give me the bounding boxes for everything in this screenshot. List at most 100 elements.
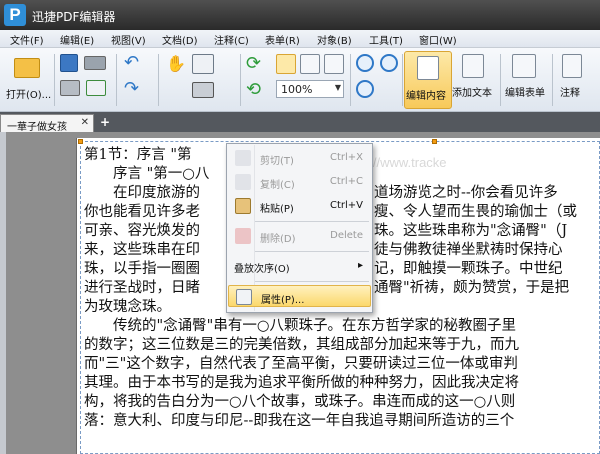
order-label: 叠放次序(O) — [234, 264, 290, 275]
menu-view[interactable]: 视图(V) — [111, 32, 146, 47]
rotate-counterclockwise-icon[interactable]: ⟲ — [246, 80, 266, 100]
context-menu-order[interactable]: 叠放次序(O) ▸ — [228, 255, 371, 277]
text-line: 为玫瑰念珠。 — [84, 299, 171, 315]
paste-shortcut: Ctrl+V — [329, 200, 363, 211]
rotate-clockwise-icon[interactable]: ⟳ — [246, 54, 266, 74]
scanner-icon[interactable] — [84, 56, 106, 70]
menu-form[interactable]: 表单(R) — [265, 32, 300, 47]
zoom-level-select[interactable]: 100% ▼ — [276, 80, 344, 98]
text-line-fragment: 道场游览之时--你会看见许多 — [374, 185, 558, 201]
menu-file[interactable]: 文件(F) — [10, 32, 44, 47]
delete-label: 删除(D) — [260, 234, 296, 245]
copy-label: 复制(C) — [260, 180, 295, 191]
text-line-fragment: 通臀"祈祷，颇为赞赏，于是把 — [374, 280, 570, 296]
redo-icon[interactable]: ↷ — [124, 80, 144, 98]
annotate-label[interactable]: 注释 — [560, 84, 580, 99]
text-line: 其理。由于本书写的是我为追求平衡所做的种种努力，因此我决定将 — [84, 375, 519, 391]
context-menu-delete[interactable]: 删除(D) Delete — [228, 225, 371, 247]
folder-icon — [14, 58, 40, 78]
toolbar-separator — [552, 54, 553, 106]
menu-edit[interactable]: 编辑(E) — [60, 32, 94, 47]
app-title: 迅捷PDF编辑器 — [32, 10, 116, 24]
submenu-arrow-icon: ▸ — [357, 260, 363, 271]
delete-icon — [235, 228, 251, 244]
close-icon[interactable]: ✕ — [81, 117, 89, 128]
save-icon[interactable] — [60, 54, 78, 72]
menu-comment[interactable]: 注释(C) — [214, 32, 249, 47]
document-tab[interactable]: 一華子做女孩 ✕ — [0, 114, 94, 133]
text-line: 进行圣战时，日睹 — [84, 280, 200, 296]
add-text-label[interactable]: 添加文本 — [452, 84, 492, 99]
text-line: 构，将我的告白分为一○八个故事，或珠子。串连而成的这一○八则 — [84, 394, 516, 410]
edit-form-icon — [512, 54, 536, 78]
menu-window[interactable]: 窗口(W) — [419, 32, 457, 47]
context-menu-paste[interactable]: 粘贴(P) Ctrl+V — [228, 195, 371, 217]
text-line-fragment: 珠。这些珠串称为"念诵臀"（J — [374, 223, 568, 239]
text-line: 传统的"念诵臀"串有一○八颗珠子。在东方哲学家的秘教圈子里 — [84, 318, 516, 334]
add-text-icon — [462, 54, 484, 78]
text-line-fragment: 记，即触摸一颗珠子。中世纪 — [374, 261, 563, 277]
toolbar-separator — [240, 54, 241, 106]
edit-form-label[interactable]: 编辑表单 — [505, 84, 545, 99]
email-icon[interactable] — [86, 80, 106, 96]
toolbar-separator — [116, 54, 117, 106]
zoom-out-icon[interactable] — [380, 54, 398, 72]
scissors-icon — [235, 150, 251, 166]
toolbar-separator — [402, 54, 403, 106]
menu-tools[interactable]: 工具(T) — [369, 32, 403, 47]
app-logo-icon: P — [4, 4, 26, 26]
toolbar-separator — [350, 54, 351, 106]
menu-object[interactable]: 对象(B) — [317, 32, 352, 47]
text-line: 珠，以手指一圈圈 — [84, 261, 200, 277]
title-bar: P 迅捷PDF编辑器 — [0, 0, 600, 30]
delete-shortcut: Delete — [330, 230, 363, 241]
text-line: 你也能看见许多老 — [84, 204, 200, 220]
properties-icon — [236, 289, 252, 305]
menu-document[interactable]: 文档(D) — [162, 32, 198, 47]
cut-label: 剪切(T) — [260, 156, 294, 167]
annotate-icon — [562, 54, 582, 78]
edit-content-label: 编辑内容 — [406, 91, 446, 102]
text-line: 落：意大利、印度与印尼--即我在这一年自我追寻期间所造访的三个 — [84, 413, 515, 429]
chevron-down-icon: ▼ — [334, 83, 341, 92]
resize-handle[interactable] — [78, 139, 83, 144]
resize-handle[interactable] — [432, 139, 437, 144]
edit-content-icon — [417, 56, 439, 80]
zoom-level-value: 100% — [281, 83, 313, 96]
new-tab-button[interactable]: + — [98, 114, 112, 130]
menu-bar: 文件(F) 编辑(E) 视图(V) 文档(D) 注释(C) 表单(R) 对象(B… — [0, 30, 600, 48]
edit-content-button[interactable]: 编辑内容 — [404, 51, 452, 109]
fit-page-icon[interactable] — [300, 54, 320, 74]
document-tab-title: 一華子做女孩 — [7, 122, 67, 133]
cut-shortcut: Ctrl+X — [329, 152, 363, 163]
text-line: 在印度旅游的 — [84, 185, 200, 201]
text-line-fragment: 徒与佛教徒禅坐默祷时保持心 — [374, 242, 563, 258]
text-line: 来，这些珠串在印 — [84, 242, 200, 258]
text-line: 第1节：序言 "第 — [84, 147, 192, 163]
open-label: 打开(O)... — [6, 90, 52, 101]
print-icon[interactable] — [60, 80, 80, 96]
context-menu: 剪切(T) Ctrl+X 复制(C) Ctrl+C 粘贴(P) Ctrl+V 删… — [226, 143, 373, 313]
context-menu-properties[interactable]: 属性(P)... — [228, 285, 371, 307]
text-line: 的数字；这三位数是三的完美倍数，其组成部分加起来等于九，而九 — [84, 337, 519, 353]
undo-icon[interactable]: ↶ — [124, 54, 144, 72]
open-button[interactable]: 打开(O)... — [4, 52, 52, 108]
zoom-marquee-icon[interactable] — [356, 80, 374, 98]
copy-shortcut: Ctrl+C — [329, 176, 363, 187]
context-menu-copy[interactable]: 复制(C) Ctrl+C — [228, 171, 371, 193]
fit-width-icon[interactable] — [324, 54, 344, 74]
select-text-icon[interactable] — [192, 54, 214, 74]
actual-size-icon[interactable] — [276, 54, 296, 74]
side-panel-strip[interactable] — [0, 132, 6, 454]
toolbar-separator — [500, 54, 501, 106]
zoom-in-icon[interactable] — [356, 54, 374, 72]
text-line: 序言 "第一○八 — [84, 166, 210, 182]
context-menu-cut[interactable]: 剪切(T) Ctrl+X — [228, 147, 371, 169]
toolbar-separator — [158, 54, 159, 106]
copy-icon — [235, 174, 251, 190]
text-line: 而"三"这个数字，自然代表了至高平衡，只要研读过三位一体或审判 — [84, 356, 518, 372]
menu-separator — [255, 281, 369, 282]
properties-label: 属性(P)... — [261, 295, 305, 306]
snapshot-icon[interactable] — [192, 82, 214, 98]
hand-tool-icon[interactable]: ✋ — [166, 54, 186, 74]
